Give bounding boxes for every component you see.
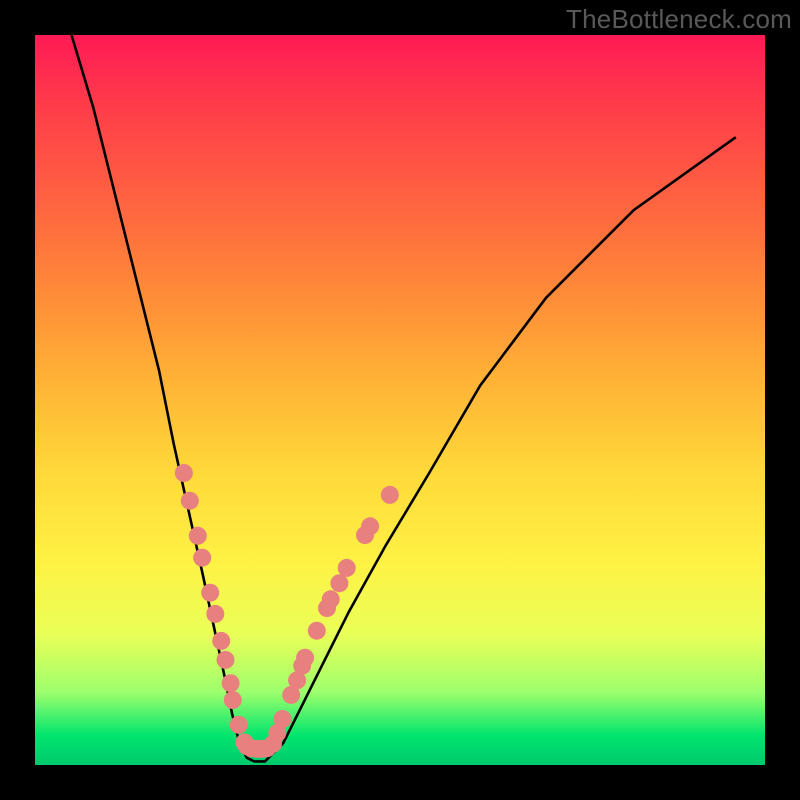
curve-marker (206, 605, 224, 623)
curve-marker (274, 710, 292, 728)
curve-marker (308, 622, 326, 640)
chart-svg (35, 35, 765, 765)
curve-marker (224, 691, 242, 709)
curve-marker (322, 590, 340, 608)
curve-marker (212, 632, 230, 650)
curve-markers (175, 464, 399, 758)
curve-marker (222, 674, 240, 692)
bottleneck-curve (72, 35, 736, 761)
curve-marker (189, 527, 207, 545)
curve-marker (175, 464, 193, 482)
curve-path (72, 35, 736, 761)
curve-marker (330, 574, 348, 592)
curve-marker (230, 716, 248, 734)
curve-marker (193, 549, 211, 567)
curve-marker (181, 492, 199, 510)
curve-marker (201, 584, 219, 602)
watermark-text: TheBottleneck.com (566, 4, 792, 35)
curve-marker (381, 486, 399, 504)
curve-marker (217, 651, 235, 669)
chart-frame: TheBottleneck.com (0, 0, 800, 800)
chart-plot-area (35, 35, 765, 765)
curve-marker (296, 649, 314, 667)
curve-marker (361, 517, 379, 535)
curve-marker (338, 559, 356, 577)
